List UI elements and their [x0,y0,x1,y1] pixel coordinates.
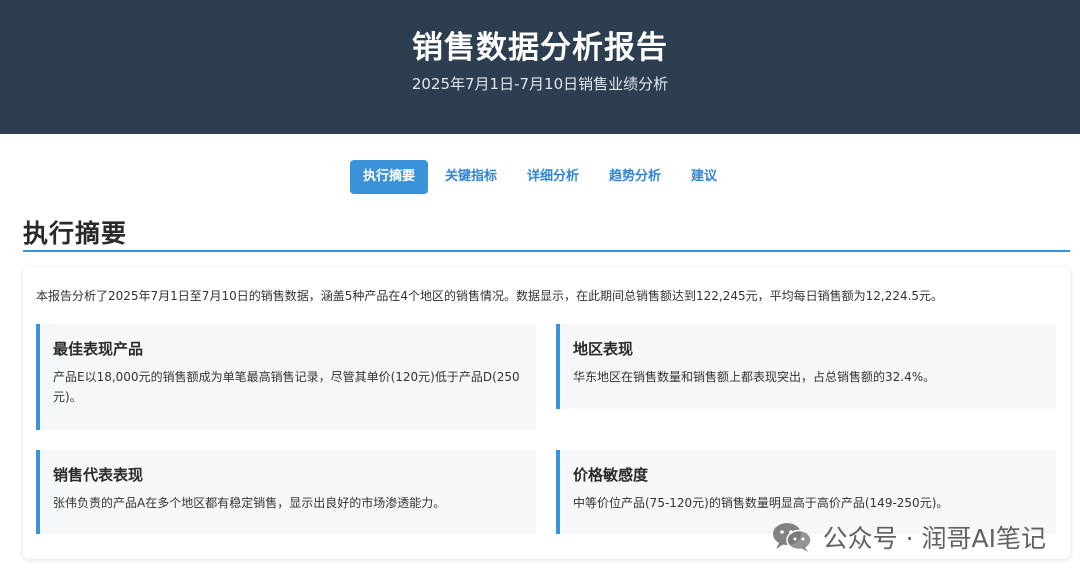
nav-tab-trend-analysis[interactable]: 趋势分析 [596,160,674,194]
summary-card: 本报告分析了2025年7月1日至7月10日的销售数据，涵盖5种产品在4个地区的销… [23,267,1070,559]
highlight-best-product: 最佳表现产品 产品E以18,000元的销售额成为单笔最高销售记录，尽管其单价(1… [36,324,536,430]
section-divider [23,250,1070,252]
page-title: 销售数据分析报告 [412,30,668,66]
nav-tab-key-metrics[interactable]: 关键指标 [432,160,510,194]
section-heading: 执行摘要 [23,219,128,248]
highlight-title: 销售代表表现 [53,466,144,484]
highlight-text: 产品E以18,000元的销售额成为单笔最高销售记录，尽管其单价(120元)低于产… [53,370,520,404]
nav-tab-executive-summary[interactable]: 执行摘要 [349,160,428,194]
highlight-text: 华东地区在销售数量和销售额上都表现突出，占总销售额的32.4%。 [573,370,936,384]
wechat-icon [772,523,812,552]
watermark-text: 公众号 · 润哥AI笔记 [822,524,1046,553]
highlight-region: 地区表现 华东地区在销售数量和销售额上都表现突出，占总销售额的32.4%。 [556,324,1056,409]
watermark: 公众号 · 润哥AI笔记 [771,519,1046,555]
highlight-title: 价格敏感度 [573,466,649,484]
summary-intro: 本报告分析了2025年7月1日至7月10日的销售数据，涵盖5种产品在4个地区的销… [36,289,944,303]
nav-tab-detailed-analysis[interactable]: 详细分析 [514,160,592,194]
report-header: 销售数据分析报告 2025年7月1日-7月10日销售业绩分析 [0,0,1080,134]
highlight-title: 最佳表现产品 [53,340,144,358]
section-nav: 执行摘要 关键指标 详细分析 趋势分析 建议 [0,160,1080,194]
highlight-text: 中等价位产品(75-120元)的销售数量明显高于高价产品(149-250元)。 [573,496,949,510]
highlight-title: 地区表现 [573,340,634,358]
highlight-text: 张伟负责的产品A在多个地区都有稳定销售，显示出良好的市场渗透能力。 [53,496,446,510]
highlight-sales-rep: 销售代表表现 张伟负责的产品A在多个地区都有稳定销售，显示出良好的市场渗透能力。 [36,450,536,534]
nav-tab-recommendations[interactable]: 建议 [678,160,730,194]
page-subtitle: 2025年7月1日-7月10日销售业绩分析 [411,75,669,93]
main-content: 执行摘要 关键指标 详细分析 趋势分析 建议 执行摘要 本报告分析了2025年7… [0,134,1080,581]
